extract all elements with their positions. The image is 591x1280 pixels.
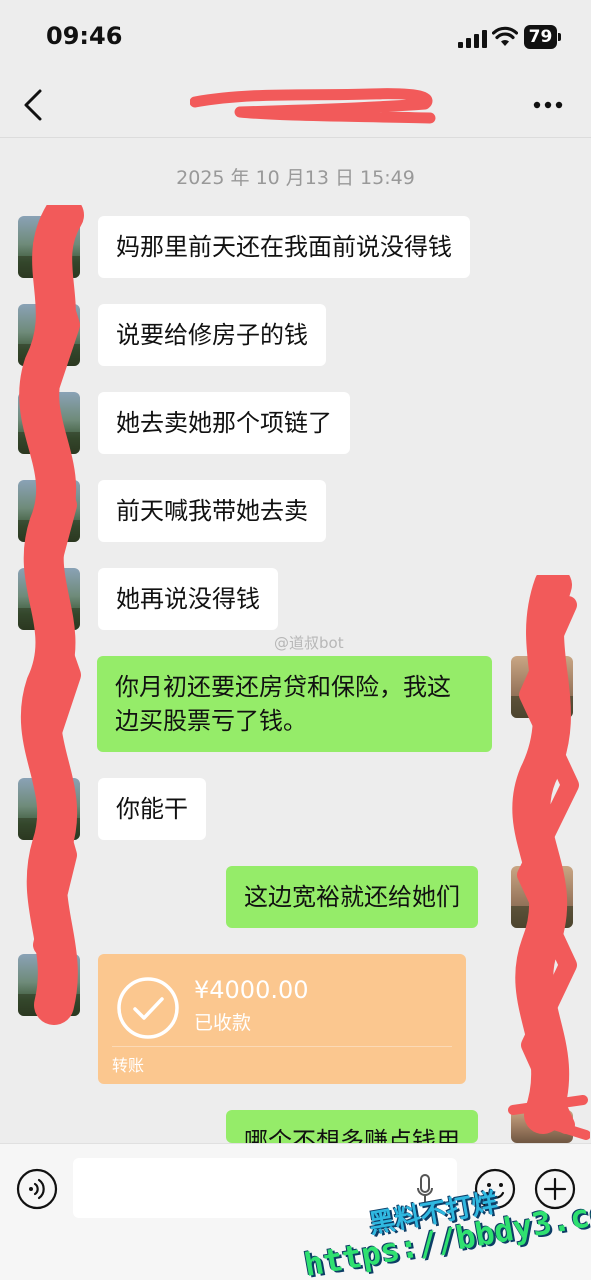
own-avatar[interactable] (511, 656, 573, 718)
outgoing-message[interactable]: 这边宽裕就还给她们 (226, 866, 478, 928)
transfer-card[interactable]: ¥4000.00 已收款 转账 (98, 954, 466, 1084)
transfer-status: 已收款 (194, 1012, 252, 1034)
contact-avatar[interactable] (18, 954, 80, 1016)
contact-name-redacted (189, 86, 440, 130)
contact-avatar[interactable] (18, 216, 80, 278)
own-avatar[interactable] (511, 866, 573, 928)
transfer-label: 转账 (112, 1056, 145, 1075)
transfer-amount: ¥4000.00 (194, 976, 309, 1004)
battery-icon: 79 (524, 25, 562, 49)
transfer-received-check-icon (117, 977, 179, 1039)
status-bar: 09:46 79 (0, 0, 591, 76)
wifi-icon (492, 26, 518, 46)
incoming-message[interactable]: 她再说没得钱 (98, 568, 278, 630)
contact-avatar[interactable] (18, 304, 80, 366)
weibo-watermark: @道叔bot (274, 634, 344, 652)
status-time: 09:46 (46, 22, 123, 50)
more-options-icon[interactable] (532, 100, 564, 110)
divider (112, 1046, 452, 1047)
incoming-message[interactable]: 妈那里前天还在我面前说没得钱 (98, 216, 470, 278)
outgoing-message[interactable]: 哪个不想多赚点钱用 (226, 1110, 478, 1143)
incoming-message[interactable]: 说要给修房子的钱 (98, 304, 326, 366)
contact-avatar[interactable] (18, 480, 80, 542)
contact-avatar[interactable] (18, 778, 80, 840)
contact-avatar[interactable] (18, 568, 80, 630)
cellular-signal-icon (458, 30, 487, 48)
incoming-message[interactable]: 她去卖她那个项链了 (98, 392, 350, 454)
outgoing-message[interactable]: 你月初还要还房贷和保险，我这边买股票亏了钱。 (97, 656, 492, 752)
redaction-scribble (189, 88, 436, 124)
voice-input-icon[interactable] (16, 1168, 58, 1210)
incoming-message[interactable]: 前天喊我带她去卖 (98, 480, 326, 542)
own-avatar[interactable] (511, 1110, 573, 1143)
back-chevron-icon[interactable] (18, 88, 48, 122)
chat-timestamp: 2025 年 10 月13 日 15:49 (176, 167, 415, 189)
contact-avatar[interactable] (18, 392, 80, 454)
chat-header (0, 76, 591, 138)
incoming-message[interactable]: 你能干 (98, 778, 206, 840)
battery-level: 79 (528, 27, 553, 47)
